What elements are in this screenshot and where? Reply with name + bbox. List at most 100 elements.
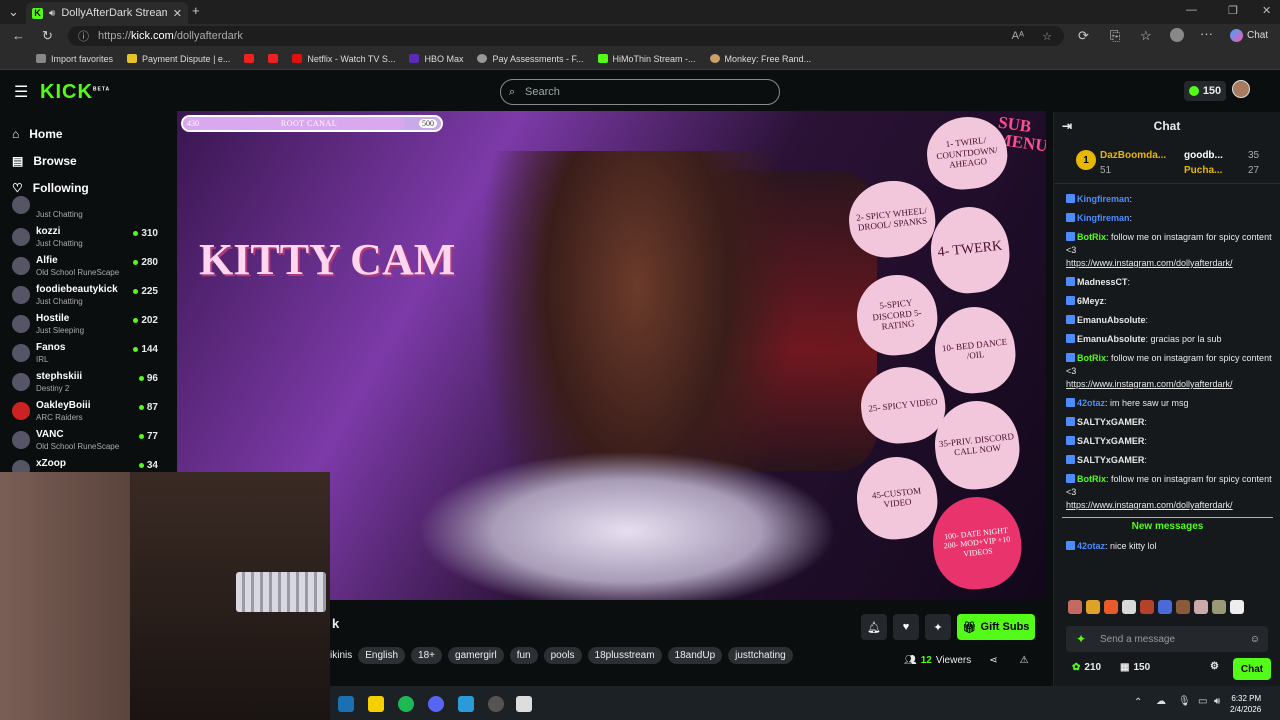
minimize-icon[interactable]: —: [1186, 4, 1197, 16]
new-messages-divider[interactable]: New messages: [1062, 517, 1273, 535]
tag[interactable]: pools: [543, 647, 582, 664]
tag[interactable]: 18plusstream: [587, 647, 662, 664]
chat-link[interactable]: https://www.instagram.com/dollyafterdark…: [1066, 257, 1273, 270]
tag[interactable]: 18andUp: [667, 647, 723, 664]
nav-home[interactable]: ⌂ Home: [0, 120, 172, 147]
tag[interactable]: gamergirl: [448, 647, 504, 664]
emote-icon[interactable]: [1086, 600, 1100, 614]
clock[interactable]: 6:32 PM 2/4/2026: [1230, 693, 1261, 715]
favorite-star-icon[interactable]: ☆: [1042, 30, 1052, 43]
notifications-button[interactable]: 🔔︎: [861, 614, 887, 640]
youtube-bookmark[interactable]: [268, 54, 279, 63]
favorites-icon[interactable]: ☆: [1140, 28, 1152, 44]
channel-item[interactable]: stephskiii Destiny 2 96: [10, 369, 160, 398]
chat-username[interactable]: BotRix: [1077, 353, 1106, 363]
volume-icon[interactable]: 🔊︎: [1214, 696, 1220, 707]
channel-item[interactable]: Fanos IRL 144: [10, 340, 160, 369]
discord-icon[interactable]: [428, 696, 444, 712]
search-input[interactable]: ⌕ Search: [500, 79, 780, 105]
spotify-icon[interactable]: [398, 696, 414, 712]
emote-icon[interactable]: [1068, 600, 1082, 614]
emote-icon[interactable]: [1122, 600, 1136, 614]
cloud-icon[interactable]: ☁: [1156, 696, 1166, 707]
tag[interactable]: ikinis: [330, 647, 352, 664]
nav-browse[interactable]: ▤ Browse: [0, 147, 172, 174]
bookmark-item[interactable]: Payment Dispute | e...: [127, 54, 230, 64]
follow-button[interactable]: ♥: [893, 614, 919, 640]
chat-username[interactable]: SALTYxGAMER: [1077, 436, 1144, 446]
emote-icon[interactable]: [1176, 600, 1190, 614]
bookmark-item[interactable]: Netflix - Watch TV S...: [292, 54, 395, 64]
bookmark-item[interactable]: Monkey: Free Rand...: [709, 54, 811, 64]
mic-icon[interactable]: 🎙︎: [1178, 696, 1191, 707]
report-icon[interactable]: ⚠: [1020, 655, 1029, 666]
chat-username[interactable]: EmanuAbsolute: [1077, 334, 1146, 344]
chat-username[interactable]: BotRix: [1077, 232, 1106, 242]
back-icon[interactable]: ←: [12, 28, 25, 43]
kick-logo[interactable]: KICKBETA: [40, 81, 110, 104]
emote-icon[interactable]: [1212, 600, 1226, 614]
read-aloud-icon[interactable]: Aᴬ: [1012, 30, 1024, 42]
channel-item[interactable]: kozzi Just Chatting 310: [10, 224, 160, 253]
tray-chevron-icon[interactable]: ⌃: [1134, 697, 1142, 708]
channel-item[interactable]: Alfie Old School RuneScape 280: [10, 253, 160, 282]
photos-icon[interactable]: [458, 696, 474, 712]
leader-name[interactable]: goodb...: [1184, 150, 1223, 161]
chat-send-button[interactable]: Chat: [1233, 658, 1271, 680]
profile-avatar[interactable]: [1170, 28, 1184, 42]
chat-username[interactable]: Kingfireman: [1077, 213, 1130, 223]
bookmark-item[interactable]: HBO Max: [409, 54, 463, 64]
gift-subs-button[interactable]: 🎁︎ Gift Subs: [957, 614, 1035, 640]
share-icon[interactable]: ⋖: [989, 655, 997, 666]
bookmark-item[interactable]: Import favorites: [36, 54, 113, 64]
speaker-icon[interactable]: 🔊︎: [49, 8, 55, 19]
emote-icon[interactable]: [1104, 600, 1118, 614]
new-tab-icon[interactable]: +: [192, 3, 200, 18]
kicks-balance-chat[interactable]: ▦ 150: [1120, 662, 1150, 673]
chat-username[interactable]: SALTYxGAMER: [1077, 455, 1144, 465]
chat-username[interactable]: Kingfireman: [1077, 194, 1130, 204]
bookmark-item[interactable]: HiMoThin Stream -...: [597, 54, 696, 64]
emote-icon[interactable]: [1230, 600, 1244, 614]
more-menu-icon[interactable]: ···: [1200, 26, 1213, 41]
kicks-balance[interactable]: 150: [1184, 81, 1226, 101]
chat-username[interactable]: SALTYxGAMER: [1077, 417, 1144, 427]
refresh-icon[interactable]: ↻: [42, 28, 53, 44]
obs-icon[interactable]: [488, 696, 504, 712]
channel-item[interactable]: OakleyBoiii ARC Raiders 87: [10, 398, 160, 427]
settings-gear-icon[interactable]: ⚙: [1210, 661, 1219, 672]
restore-icon[interactable]: ❐: [1228, 4, 1238, 17]
tab-list-icon[interactable]: ⌄: [8, 4, 19, 20]
chat-username[interactable]: 42otaz: [1077, 398, 1105, 408]
chat-username[interactable]: EmanuAbsolute: [1077, 315, 1146, 325]
chat-username[interactable]: 6Meyz: [1077, 296, 1104, 306]
emote-icon[interactable]: [1158, 600, 1172, 614]
monitor-icon[interactable]: ▭: [1198, 696, 1207, 707]
collapse-chat-icon[interactable]: ⇥: [1062, 119, 1072, 133]
send-message-input[interactable]: ✦ Send a message ☺: [1066, 626, 1268, 652]
youtube-bookmark[interactable]: [244, 54, 255, 63]
leader-name[interactable]: DazBoomda...: [1100, 150, 1166, 161]
channel-points[interactable]: ✿ 210: [1072, 662, 1101, 673]
extensions-icon[interactable]: ⟳: [1078, 28, 1089, 44]
split-screen-icon[interactable]: ⎘: [1110, 28, 1120, 44]
browser-tab[interactable]: K 🔊︎ DollyAfterDark Stream - Wat ✕: [26, 2, 188, 24]
tag[interactable]: English: [358, 647, 406, 664]
notes-icon[interactable]: [368, 696, 384, 712]
menu-icon[interactable]: ☰: [14, 82, 28, 102]
channel-item[interactable]: VANC Old School RuneScape 77: [10, 427, 160, 456]
site-info-icon[interactable]: ⓘ: [78, 28, 89, 44]
emote-icon[interactable]: [1140, 600, 1154, 614]
bookmark-item[interactable]: Pay Assessments - F...: [477, 54, 584, 64]
window-close-icon[interactable]: ✕: [1262, 4, 1271, 17]
emote-icon[interactable]: [1194, 600, 1208, 614]
user-avatar[interactable]: [1232, 80, 1250, 98]
channel-item[interactable]: foodiebeautykick Just Chatting 225: [10, 282, 160, 311]
tag[interactable]: fun: [509, 647, 538, 664]
tab-close-icon[interactable]: ✕: [173, 7, 182, 20]
steam-icon[interactable]: [338, 696, 354, 712]
chat-username[interactable]: BotRix: [1077, 474, 1106, 484]
chat-username[interactable]: 42otaz: [1077, 541, 1105, 551]
emoji-icon[interactable]: ☺: [1250, 634, 1260, 645]
app-icon[interactable]: [516, 696, 532, 712]
